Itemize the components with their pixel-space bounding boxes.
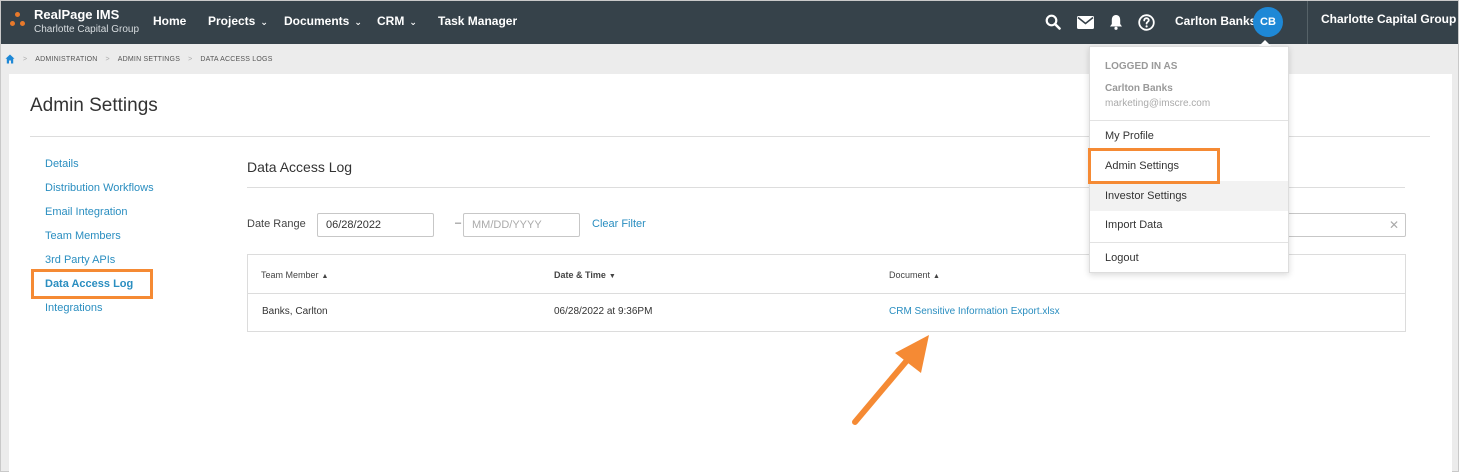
org-switcher-label: Charlotte Capital Group [1321,12,1457,26]
user-name[interactable]: Carlton Banks [1175,14,1256,28]
sort-asc-icon: ▲ [321,273,329,280]
divider [1090,120,1288,121]
breadcrumb: > ADMINISTRATION > ADMIN SETTINGS > DATA… [5,52,273,66]
nav-projects[interactable]: Projects ⌄ [208,14,268,28]
column-header-date-time[interactable]: Date & Time ▼ [554,270,616,280]
document-link[interactable]: CRM Sensitive Information Export.xlsx [889,306,1060,317]
end-date-input[interactable] [463,213,580,237]
chevron-down-icon: ⌄ [409,17,417,27]
mail-icon[interactable] [1074,11,1096,33]
sidebar-item-team-members[interactable]: Team Members [45,230,121,242]
home-icon[interactable] [5,54,15,64]
divider [248,293,1405,294]
menu-item-import-data[interactable]: Import Data [1105,219,1162,231]
sidebar-item-3rd-party-apis[interactable]: 3rd Party APIs [45,254,115,266]
logged-in-header: LOGGED IN AS [1105,61,1178,72]
logged-in-email: marketing@imscre.com [1105,98,1211,109]
nav-documents-label: Documents [284,14,350,28]
column-header-team-member[interactable]: Team Member ▲ [261,270,328,280]
breadcrumb-admin-settings[interactable]: ADMIN SETTINGS [118,56,180,63]
menu-item-admin-settings[interactable]: Admin Settings [1105,160,1179,172]
sidebar-item-email-integration[interactable]: Email Integration [45,206,128,218]
clear-filter-link[interactable]: Clear Filter [592,218,646,230]
nav-home[interactable]: Home [153,14,186,28]
sidebar-item-distribution-workflows[interactable]: Distribution Workflows [45,182,154,194]
chevron-right-icon: > [188,55,193,63]
column-header-label: Team Member [261,270,319,280]
chevron-down-icon: ⌄ [354,17,362,27]
avatar[interactable]: CB [1253,7,1283,37]
date-range-label: Date Range [247,218,306,230]
org-switcher[interactable]: Charlotte Capital Group⌄ [1321,12,1459,26]
close-icon[interactable]: ✕ [1389,218,1399,232]
search-input[interactable]: ✕ [1288,213,1406,237]
nav-crm-label: CRM [377,14,405,28]
table-cell-datetime: 06/28/2022 at 9:36PM [554,306,653,317]
nav-crm[interactable]: CRM ⌄ [377,14,417,28]
sidebar-item-integrations[interactable]: Integrations [45,302,102,314]
chevron-right-icon: > [105,55,110,63]
section-title: Data Access Log [247,159,353,175]
breadcrumb-administration[interactable]: ADMINISTRATION [35,56,97,63]
help-icon[interactable] [1135,11,1157,33]
column-header-label: Document [889,270,931,280]
search-icon[interactable] [1042,11,1064,33]
page-title: Admin Settings [30,95,158,116]
sort-desc-icon: ▼ [608,273,616,280]
sidebar-item-data-access-log[interactable]: Data Access Log [45,278,133,290]
chevron-right-icon: > [23,55,28,63]
menu-item-investor-settings[interactable]: Investor Settings [1105,190,1187,202]
nav-divider [1307,1,1308,44]
user-menu-dropdown: LOGGED IN AS Carlton Banks marketing@ims… [1088,46,1289,273]
table-cell-member: Banks, Carlton [262,306,328,317]
date-range-dash: – [455,217,462,229]
top-nav: RealPage IMS Charlotte Capital Group Hom… [1,1,1458,44]
column-header-label: Date & Time [554,270,606,280]
realpage-logo[interactable] [9,10,25,30]
bell-icon[interactable] [1105,11,1127,33]
annotation-arrow-icon [852,335,929,425]
nav-documents[interactable]: Documents ⌄ [284,14,362,28]
chevron-down-icon: ⌄ [260,17,268,27]
nav-projects-label: Projects [208,14,256,28]
start-date-input[interactable] [317,213,434,237]
nav-task-manager[interactable]: Task Manager [438,14,517,28]
sidebar-item-details[interactable]: Details [45,158,79,170]
brand-subtitle: Charlotte Capital Group [34,24,140,35]
column-header-document[interactable]: Document ▲ [889,270,940,280]
brand-title[interactable]: RealPage IMS [34,7,119,22]
divider [1090,242,1288,243]
breadcrumb-data-access-logs: DATA ACCESS LOGS [200,55,273,63]
menu-item-my-profile[interactable]: My Profile [1105,130,1154,142]
logged-in-name: Carlton Banks [1105,83,1173,94]
sort-asc-icon: ▲ [933,273,940,280]
menu-item-logout[interactable]: Logout [1105,252,1139,264]
